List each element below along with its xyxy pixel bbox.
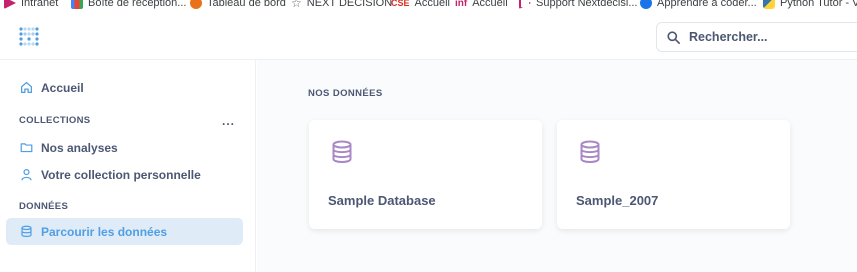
- bookmark-dashboard[interactable]: Tableau de bord: [190, 0, 286, 11]
- sidebar-item-label: Votre collection personnelle: [41, 167, 201, 182]
- sidebar-item-nos-analyses[interactable]: Nos analyses: [6, 134, 243, 161]
- bookmark-label: Apprendre à coder...: [657, 0, 757, 9]
- bookmark-gmail[interactable]: Boîte de réception...: [71, 0, 186, 11]
- sidebar-item-home[interactable]: Accueil: [6, 74, 243, 101]
- search-icon: [667, 30, 680, 44]
- sidebar-item-label: Nos analyses: [41, 140, 118, 155]
- database-icon: [332, 140, 352, 163]
- bookmark-accueil-cse[interactable]: CSE Accueil: [391, 0, 450, 11]
- support-icon: [519, 0, 531, 9]
- sidebar-item-label: Accueil: [41, 80, 84, 95]
- bookmark-label: Intranet: [21, 0, 59, 9]
- sidebar-item-browse-data[interactable]: Parcourir les données: [6, 218, 243, 245]
- folder-icon: [20, 143, 33, 153]
- bookmarks-bar: Intranet Boîte de réception... Tableau d…: [0, 0, 857, 12]
- python-icon: [763, 0, 775, 9]
- bookmark-label: Python Tutor - Vis: [780, 0, 857, 9]
- dashboard-icon: [190, 0, 202, 9]
- sidebar-item-personal-collection[interactable]: Votre collection personnelle: [6, 161, 243, 188]
- bookmark-intranet[interactable]: Intranet: [4, 0, 58, 11]
- collections-menu-button[interactable]: ...: [222, 114, 235, 128]
- learn-icon: [640, 0, 652, 9]
- search-placeholder: Rechercher...: [689, 30, 768, 44]
- bookmark-label: NEXT DECISION: [306, 0, 393, 9]
- star-icon: ☆: [291, 0, 302, 10]
- bookmark-label: Tableau de bord: [207, 0, 286, 9]
- home-icon: [20, 81, 33, 94]
- bookmark-label: Boîte de réception...: [88, 0, 187, 9]
- sidebar-item-label: Parcourir les données: [41, 224, 168, 239]
- database-icon: [580, 140, 600, 163]
- bookmark-apprendre[interactable]: Apprendre à coder...: [640, 0, 757, 11]
- page-title: NOS DONNÉES: [308, 88, 383, 99]
- metabase-logo-icon[interactable]: [18, 26, 40, 48]
- main-content: NOS DONNÉES Sample Database Sample_2007: [257, 60, 857, 272]
- bookmark-python-tutor[interactable]: Python Tutor - Vis: [763, 0, 857, 11]
- database-card-label: Sample_2007: [576, 193, 659, 208]
- bookmark-label: Accueil: [414, 0, 450, 9]
- search-input[interactable]: Rechercher...: [656, 22, 857, 52]
- sidebar: Accueil COLLECTIONS ... Nos analyses Vot…: [0, 60, 256, 272]
- collections-section-label: COLLECTIONS: [19, 115, 91, 126]
- inf-icon: inf: [455, 0, 468, 9]
- cse-icon: CSE: [391, 0, 410, 8]
- person-icon: [21, 169, 32, 181]
- database-card-label: Sample Database: [328, 193, 436, 208]
- intranet-icon: [4, 0, 16, 9]
- bookmark-accueil-inf[interactable]: inf Accueil: [455, 0, 508, 11]
- bookmark-label: Support Nextdecisi...: [536, 0, 638, 9]
- bookmark-next-decision[interactable]: ☆ NEXT DECISION: [291, 0, 392, 11]
- bookmark-label: Accueil: [472, 0, 508, 9]
- donnees-section-label: DONNÉES: [19, 201, 69, 212]
- app-header: Rechercher...: [0, 12, 857, 60]
- database-card-sample-2007[interactable]: Sample_2007: [557, 120, 790, 229]
- gmail-icon: [71, 0, 83, 9]
- bookmark-support[interactable]: Support Nextdecisi...: [519, 0, 638, 11]
- database-icon: [21, 225, 32, 237]
- database-card-sample-database[interactable]: Sample Database: [309, 120, 542, 229]
